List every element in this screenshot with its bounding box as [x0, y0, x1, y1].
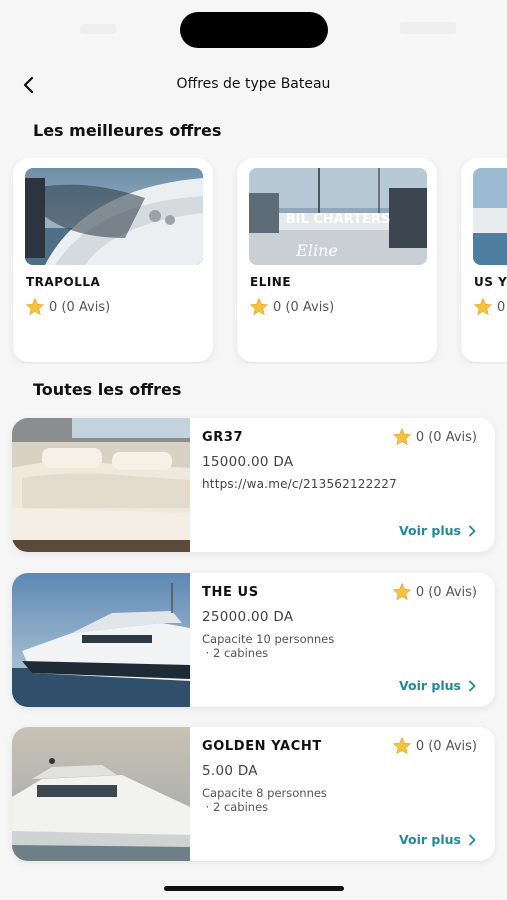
top-bar: Offres de type Bateau	[0, 66, 507, 104]
featured-rating: 0	[473, 297, 505, 317]
rating-text: 0 (0 Avis)	[415, 738, 477, 754]
offer-rating: 0 (0 Avis)	[392, 582, 477, 602]
voir-plus-button[interactable]: Voir plus	[399, 832, 477, 847]
featured-card-eline[interactable]: BIL CHARTERS Eline ELINE 0 (0 Avis)	[237, 158, 437, 362]
page-title: Offres de type Bateau	[176, 76, 331, 92]
featured-section-title: Les meilleures offres	[33, 121, 222, 140]
offer-rating: 0 (0 Avis)	[392, 736, 477, 756]
offer-description: Capacite 10 personnes · 2 cabines	[202, 632, 482, 660]
featured-card-us-y[interactable]: US Y 0	[461, 158, 507, 362]
star-icon	[392, 582, 411, 601]
boat-name-text: Eline	[295, 241, 338, 260]
chevron-right-icon	[469, 834, 476, 845]
offer-price: 5.00 DA	[202, 763, 258, 779]
rating-text: 0 (0 Avis)	[415, 584, 477, 600]
star-icon	[392, 427, 411, 446]
offer-capacity: Capacite 8 personnes	[202, 786, 327, 800]
featured-rating: 0 (0 Avis)	[249, 297, 334, 317]
offer-price: 25000.00 DA	[202, 609, 294, 625]
featured-carousel[interactable]: TRAPOLLA 0 (0 Avis) BIL CHARTERS Eline E…	[0, 158, 507, 364]
voir-plus-label: Voir plus	[399, 678, 461, 693]
status-indicators	[400, 22, 456, 34]
star-icon	[473, 297, 493, 316]
offer-description: Capacite 8 personnes · 2 cabines	[202, 786, 482, 814]
status-time	[80, 24, 116, 34]
offer-image-gr37	[12, 418, 190, 552]
offer-capacity: Capacite 10 personnes	[202, 632, 335, 646]
offer-card-the-us[interactable]: THE US 0 (0 Avis) 25000.00 DA Capacite 1…	[12, 573, 495, 707]
offer-name: GR37	[202, 430, 244, 445]
offer-rating: 0 (0 Avis)	[392, 427, 477, 447]
watermark-text: BIL CHARTERS	[286, 212, 391, 227]
all-offers-section-title: Toutes les offres	[33, 380, 182, 399]
rating-text: 0 (0 Avis)	[49, 299, 111, 315]
home-indicator[interactable]	[164, 886, 344, 891]
featured-image-trapolla	[25, 168, 203, 265]
offer-card-golden-yacht[interactable]: GOLDEN YACHT 0 (0 Avis) 5.00 DA Capacite…	[12, 727, 495, 861]
star-icon	[249, 297, 269, 316]
voir-plus-button[interactable]: Voir plus	[399, 678, 477, 693]
star-icon	[25, 297, 45, 316]
featured-name: ELINE	[250, 275, 292, 289]
offer-cabins: · 2 cabines	[202, 800, 269, 814]
featured-image-us-y	[473, 168, 507, 265]
offer-description: https://wa.me/c/213562122227	[202, 477, 397, 491]
featured-rating: 0 (0 Avis)	[25, 297, 110, 317]
offer-image-the-us	[12, 573, 190, 707]
rating-text: 0	[497, 299, 506, 315]
chevron-right-icon	[469, 680, 476, 691]
featured-card-trapolla[interactable]: TRAPOLLA 0 (0 Avis)	[13, 158, 213, 362]
voir-plus-label: Voir plus	[399, 832, 461, 847]
offer-cabins: · 2 cabines	[202, 646, 269, 660]
rating-text: 0 (0 Avis)	[415, 429, 477, 445]
voir-plus-button[interactable]: Voir plus	[399, 523, 477, 538]
rating-text: 0 (0 Avis)	[273, 299, 335, 315]
offer-image-golden-yacht	[12, 727, 190, 861]
chevron-right-icon	[469, 525, 476, 536]
featured-image-eline: BIL CHARTERS Eline	[249, 168, 427, 265]
offer-price: 15000.00 DA	[202, 454, 294, 470]
dynamic-island	[180, 12, 328, 48]
offer-name: THE US	[202, 585, 259, 600]
featured-name: TRAPOLLA	[26, 275, 101, 289]
offer-name: GOLDEN YACHT	[202, 739, 322, 754]
voir-plus-label: Voir plus	[399, 523, 461, 538]
featured-name: US Y	[474, 275, 507, 289]
offer-card-gr37[interactable]: GR37 0 (0 Avis) 15000.00 DA https://wa.m…	[12, 418, 495, 552]
star-icon	[392, 736, 411, 755]
